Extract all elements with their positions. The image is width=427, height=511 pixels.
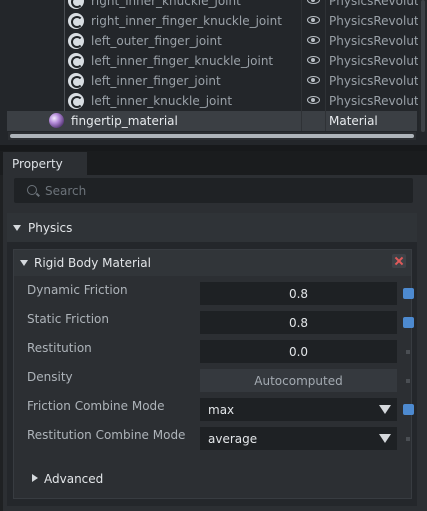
tree-row-label: left_inner_finger_joint (91, 74, 221, 88)
tree-row-label: left_outer_finger_joint (91, 34, 222, 48)
default-value-indicator (406, 379, 410, 383)
eye-icon (307, 96, 320, 104)
tree-row-label: right_inner_finger_knuckle_joint (91, 14, 282, 28)
collapse-arrow-icon (20, 260, 28, 266)
collapse-arrow-icon (13, 225, 21, 231)
tree-row-label: left_inner_knuckle_joint (91, 94, 233, 108)
eye-icon (307, 0, 320, 4)
tab-label: Property (12, 157, 63, 171)
tree-row-type: PhysicsRevolute (329, 34, 418, 48)
tree-row-type: PhysicsRevolute (329, 54, 418, 68)
dropdown-arrow-icon (379, 405, 391, 414)
revolute-joint-icon (68, 73, 84, 89)
visibility-toggle[interactable] (301, 91, 326, 111)
property-label: Static Friction (27, 312, 110, 326)
tree-row-label: fingertip_material (71, 114, 178, 128)
dynamic-friction-field[interactable]: 0.8 (200, 282, 397, 305)
tree-row-type: PhysicsRevolute (329, 74, 418, 88)
search-input[interactable] (45, 183, 395, 199)
restitution-combine-mode-dropdown[interactable]: average (200, 427, 397, 450)
tree-row[interactable]: right_inner_knuckle_joint PhysicsRevolut… (7, 0, 418, 11)
scrollbar-thumb[interactable] (421, 0, 425, 132)
visibility-toggle[interactable] (301, 31, 326, 51)
eye-icon (307, 36, 320, 44)
tree-row-type: PhysicsRevolute (329, 94, 418, 108)
tab-bar: Property (0, 151, 427, 175)
rigid-body-material-header[interactable]: Rigid Body Material (14, 250, 411, 276)
static-friction-field[interactable]: 0.8 (200, 311, 397, 334)
revolute-joint-icon (68, 33, 84, 49)
group-title: Rigid Body Material (34, 256, 151, 270)
tree-row-label: right_inner_knuckle_joint (91, 0, 241, 8)
tree-row[interactable]: left_inner_knuckle_joint PhysicsRevolute (7, 91, 418, 111)
tree-row[interactable]: left_inner_finger_joint PhysicsRevolute (7, 71, 418, 91)
eye-icon (307, 56, 320, 64)
physics-section: Physics Rigid Body Material Dynamic Fric… (7, 213, 417, 506)
default-value-indicator (406, 350, 410, 354)
tree-row[interactable]: left_inner_finger_knuckle_joint PhysicsR… (7, 51, 418, 71)
eye-icon (307, 76, 320, 84)
visibility-toggle[interactable] (301, 11, 326, 31)
stage-tree: right_inner_knuckle_joint PhysicsRevolut… (0, 0, 427, 145)
physics-section-header[interactable]: Physics (7, 213, 417, 242)
property-label: Dynamic Friction (27, 283, 128, 297)
revolute-joint-icon (68, 13, 84, 29)
visibility-toggle[interactable] (301, 71, 326, 91)
material-sphere-icon (49, 113, 64, 128)
scrollbar-thumb[interactable] (10, 134, 414, 138)
revolute-joint-icon (68, 53, 84, 69)
eye-icon (307, 16, 320, 24)
tab-property[interactable]: Property (3, 152, 87, 175)
horizontal-scrollbar[interactable] (8, 132, 416, 140)
tree-row[interactable]: right_inner_finger_knuckle_joint Physics… (7, 11, 418, 31)
section-title: Advanced (44, 472, 104, 486)
density-field[interactable]: Autocomputed (200, 369, 397, 392)
friction-combine-mode-dropdown[interactable]: max (200, 398, 397, 421)
default-value-indicator (406, 437, 410, 441)
search-icon (27, 185, 37, 195)
vertical-scrollbar[interactable] (419, 0, 427, 132)
section-title: Physics (28, 221, 73, 235)
tree-row-type: PhysicsRevolute (329, 0, 418, 8)
revolute-joint-icon (68, 0, 84, 9)
tree-row[interactable]: left_outer_finger_joint PhysicsRevolute (7, 31, 418, 51)
expand-arrow-icon (32, 474, 38, 482)
value-changed-indicator[interactable] (403, 317, 414, 328)
property-label: Density (27, 370, 73, 384)
property-label: Friction Combine Mode (27, 399, 165, 413)
rigid-body-material-group: Rigid Body Material Dynamic Friction 0.8… (13, 249, 414, 499)
revolute-joint-icon (68, 93, 84, 109)
search-box[interactable] (14, 178, 413, 203)
value-changed-indicator[interactable] (403, 404, 414, 415)
value-changed-indicator[interactable] (403, 288, 414, 299)
tree-row-label: left_inner_finger_knuckle_joint (91, 54, 274, 68)
tree-row-type: PhysicsRevolute (329, 14, 418, 28)
dropdown-arrow-icon (379, 434, 391, 443)
property-label: Restitution Combine Mode (27, 428, 186, 442)
restitution-field[interactable]: 0.0 (200, 340, 397, 363)
visibility-toggle[interactable] (301, 111, 326, 131)
property-label: Restitution (27, 341, 92, 355)
advanced-section-header[interactable]: Advanced (14, 468, 411, 492)
tree-row-selected[interactable]: fingertip_material Material (7, 111, 417, 131)
remove-button[interactable] (392, 254, 406, 268)
tree-row-type: Material (329, 114, 378, 128)
visibility-toggle[interactable] (301, 51, 326, 71)
visibility-toggle[interactable] (301, 0, 326, 11)
